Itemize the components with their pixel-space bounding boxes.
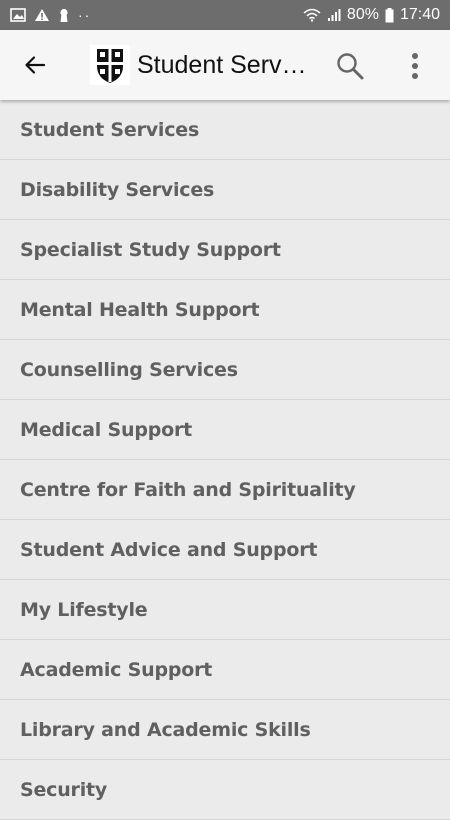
list-item-specialist-study-support[interactable]: Specialist Study Support bbox=[0, 220, 450, 280]
services-list: Student Services Disability Services Spe… bbox=[0, 100, 450, 820]
more-options-button[interactable] bbox=[400, 48, 430, 84]
dots-icon: ·· bbox=[78, 7, 92, 23]
wifi-icon bbox=[303, 8, 321, 22]
signal-icon bbox=[327, 9, 341, 21]
list-item-label: Specialist Study Support bbox=[20, 238, 281, 261]
status-right: 80% 17:40 bbox=[303, 6, 440, 24]
list-item-faith-spirituality[interactable]: Centre for Faith and Spirituality bbox=[0, 460, 450, 520]
university-crest-logo bbox=[90, 45, 130, 85]
list-item-security[interactable]: Security bbox=[0, 760, 450, 820]
battery-percent: 80% bbox=[346, 6, 379, 23]
app-bar: Student Services bbox=[0, 30, 450, 100]
list-item-student-advice[interactable]: Student Advice and Support bbox=[0, 520, 450, 580]
list-item-label: Student Advice and Support bbox=[20, 538, 318, 561]
list-item-label: My Lifestyle bbox=[20, 598, 148, 621]
list-item-label: Centre for Faith and Spirituality bbox=[20, 478, 356, 501]
list-item-label: Security bbox=[20, 778, 108, 801]
list-item-label: Disability Services bbox=[20, 178, 215, 201]
list-item-label: Medical Support bbox=[20, 418, 193, 441]
keyhole-icon bbox=[60, 8, 68, 22]
back-button[interactable] bbox=[18, 48, 52, 82]
back-arrow-icon bbox=[25, 56, 46, 74]
list-item-academic-support[interactable]: Academic Support bbox=[0, 640, 450, 700]
search-icon bbox=[337, 53, 364, 80]
list-item-label: Student Services bbox=[20, 118, 200, 141]
list-item-label: Counselling Services bbox=[20, 358, 238, 381]
more-vert-icon bbox=[412, 53, 418, 79]
list-item-disability-services[interactable]: Disability Services bbox=[0, 160, 450, 220]
image-icon bbox=[10, 8, 26, 22]
warning-icon bbox=[35, 9, 49, 21]
app-title: Student Services bbox=[137, 51, 312, 79]
status-time: 17:40 bbox=[399, 6, 440, 23]
list-item-student-services[interactable]: Student Services bbox=[0, 100, 450, 160]
list-item-medical-support[interactable]: Medical Support bbox=[0, 400, 450, 460]
search-button[interactable] bbox=[332, 48, 368, 84]
status-bar: ·· 80% 17:40 bbox=[0, 0, 450, 30]
list-item-label: Academic Support bbox=[20, 658, 213, 681]
list-item-my-lifestyle[interactable]: My Lifestyle bbox=[0, 580, 450, 640]
list-item-library-academic-skills[interactable]: Library and Academic Skills bbox=[0, 700, 450, 760]
list-item-label: Library and Academic Skills bbox=[20, 718, 311, 741]
battery-icon bbox=[385, 7, 394, 22]
list-item-label: Mental Health Support bbox=[20, 298, 260, 321]
list-item-mental-health-support[interactable]: Mental Health Support bbox=[0, 280, 450, 340]
status-left: ·· bbox=[10, 7, 91, 23]
list-item-counselling-services[interactable]: Counselling Services bbox=[0, 340, 450, 400]
